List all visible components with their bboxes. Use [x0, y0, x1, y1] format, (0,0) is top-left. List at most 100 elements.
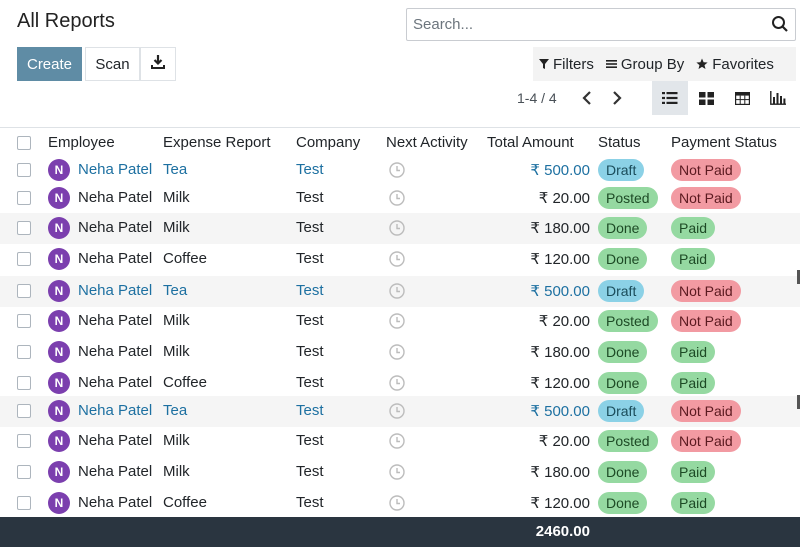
pager-value[interactable]: 1-4 / 4 — [517, 90, 557, 106]
avatar: N — [48, 400, 70, 422]
clock-icon[interactable] — [389, 251, 405, 267]
row-checkbox[interactable] — [17, 191, 31, 205]
employee-name[interactable]: Neha Patel — [78, 219, 152, 236]
column-payment-status[interactable]: Payment Status — [671, 134, 777, 151]
expense-report-name: Milk — [163, 312, 190, 329]
employee-name[interactable]: Neha Patel — [78, 463, 152, 480]
row-checkbox[interactable] — [17, 434, 31, 448]
employee-name[interactable]: Neha Patel — [78, 343, 152, 360]
row-checkbox[interactable] — [17, 314, 31, 328]
employee-name[interactable]: Neha Patel — [78, 312, 152, 329]
row-checkbox[interactable] — [17, 284, 31, 298]
row-checkbox[interactable] — [17, 163, 31, 177]
column-expense-report[interactable]: Expense Report — [163, 134, 271, 151]
chevron-right-icon[interactable] — [610, 88, 624, 108]
column-employee[interactable]: Employee — [48, 134, 115, 151]
total-amount: ₹ 180.00 — [530, 344, 590, 361]
total-amount: ₹ 180.00 — [530, 464, 590, 481]
employee-name[interactable]: Neha Patel — [78, 189, 152, 206]
graph-view-button[interactable] — [760, 81, 796, 115]
table-row[interactable]: N Neha Patel Milk Test ₹ 180.00 Done Paid — [0, 337, 800, 368]
table-row[interactable]: N Neha Patel Tea Test ₹ 500.00 Draft Not Paid — [0, 396, 800, 427]
favorites-button[interactable]: Favorites — [690, 47, 780, 81]
clock-icon[interactable] — [389, 220, 405, 236]
search-box[interactable] — [406, 8, 796, 41]
table-row[interactable]: N Neha Patel Coffee Test ₹ 120.00 Done Paid — [0, 488, 800, 519]
chevron-left-icon[interactable] — [580, 88, 594, 108]
clock-icon[interactable] — [389, 464, 405, 480]
employee-name[interactable]: Neha Patel — [78, 494, 152, 511]
table-row[interactable]: N Neha Patel Milk Test ₹ 20.00 Posted Not Paid — [0, 426, 800, 457]
avatar: N — [48, 430, 70, 452]
bar-chart-icon — [770, 91, 786, 105]
total-amount: ₹ 120.00 — [530, 375, 590, 392]
download-button[interactable] — [140, 47, 176, 81]
search-input[interactable] — [407, 9, 767, 40]
table-row[interactable]: N Neha Patel Milk Test ₹ 20.00 Posted Not Paid — [0, 306, 800, 337]
list-icon — [662, 92, 678, 104]
clock-icon[interactable] — [389, 433, 405, 449]
column-company[interactable]: Company — [296, 134, 360, 151]
employee-name[interactable]: Neha Patel — [78, 282, 152, 299]
clock-icon[interactable] — [389, 403, 405, 419]
total-amount: ₹ 120.00 — [530, 495, 590, 512]
employee-name[interactable]: Neha Patel — [78, 161, 152, 178]
expense-report-name: Tea — [163, 161, 188, 178]
column-next-activity[interactable]: Next Activity — [386, 134, 468, 151]
payment-status-badge: Paid — [671, 341, 716, 363]
table-row[interactable]: N Neha Patel Tea Test ₹ 500.00 Draft Not Paid — [0, 155, 800, 186]
payment-status-badge: Not Paid — [671, 187, 741, 209]
company-name: Test — [296, 402, 324, 419]
total-amount: ₹ 500.00 — [530, 283, 590, 300]
filters-button[interactable]: Filters — [533, 47, 600, 81]
clock-icon[interactable] — [389, 344, 405, 360]
status-badge: Done — [598, 372, 648, 394]
employee-name[interactable]: Neha Patel — [78, 432, 152, 449]
employee-name[interactable]: Neha Patel — [78, 250, 152, 267]
company-name: Test — [296, 374, 324, 391]
company-name: Test — [296, 250, 324, 267]
clock-icon[interactable] — [389, 495, 405, 511]
avatar: N — [48, 461, 70, 483]
expense-report-name: Tea — [163, 282, 188, 299]
total-amount: ₹ 500.00 — [530, 162, 590, 179]
create-button[interactable]: Create — [17, 47, 82, 81]
list-view-button[interactable] — [652, 81, 688, 115]
row-checkbox[interactable] — [17, 404, 31, 418]
row-checkbox[interactable] — [17, 376, 31, 390]
row-checkbox[interactable] — [17, 496, 31, 510]
avatar: N — [48, 187, 70, 209]
search-icon[interactable] — [771, 15, 791, 35]
row-checkbox[interactable] — [17, 221, 31, 235]
clock-icon[interactable] — [389, 190, 405, 206]
table-row[interactable]: N Neha Patel Coffee Test ₹ 120.00 Done Paid — [0, 368, 800, 399]
table-row[interactable]: N Neha Patel Coffee Test ₹ 120.00 Done Paid — [0, 244, 800, 275]
clock-icon[interactable] — [389, 283, 405, 299]
table-row[interactable]: N Neha Patel Milk Test ₹ 20.00 Posted Not Paid — [0, 183, 800, 214]
clock-icon[interactable] — [389, 313, 405, 329]
scan-button[interactable]: Scan — [85, 47, 140, 81]
clock-icon[interactable] — [389, 162, 405, 178]
total-amount-sum: 2460.00 — [535, 523, 590, 540]
company-name: Test — [296, 494, 324, 511]
column-total-amount[interactable]: Total Amount — [487, 134, 574, 151]
groupby-label: Group By — [620, 55, 685, 73]
status-badge: Draft — [598, 400, 645, 422]
payment-status-badge: Not Paid — [671, 280, 741, 302]
employee-name[interactable]: Neha Patel — [78, 374, 152, 391]
kanban-view-button[interactable] — [688, 81, 724, 115]
select-all-checkbox[interactable] — [17, 136, 31, 150]
row-checkbox[interactable] — [17, 345, 31, 359]
groupby-button[interactable]: Group By — [600, 47, 690, 81]
clock-icon[interactable] — [389, 375, 405, 391]
row-checkbox[interactable] — [17, 252, 31, 266]
employee-name[interactable]: Neha Patel — [78, 402, 152, 419]
table-row[interactable]: N Neha Patel Milk Test ₹ 180.00 Done Paid — [0, 213, 800, 244]
company-name: Test — [296, 219, 324, 236]
row-checkbox[interactable] — [17, 465, 31, 479]
column-status[interactable]: Status — [598, 134, 641, 151]
table-row[interactable]: N Neha Patel Tea Test ₹ 500.00 Draft Not Paid — [0, 276, 800, 307]
table-row[interactable]: N Neha Patel Milk Test ₹ 180.00 Done Paid — [0, 457, 800, 488]
kanban-icon — [698, 91, 714, 105]
pivot-view-button[interactable] — [724, 81, 760, 115]
